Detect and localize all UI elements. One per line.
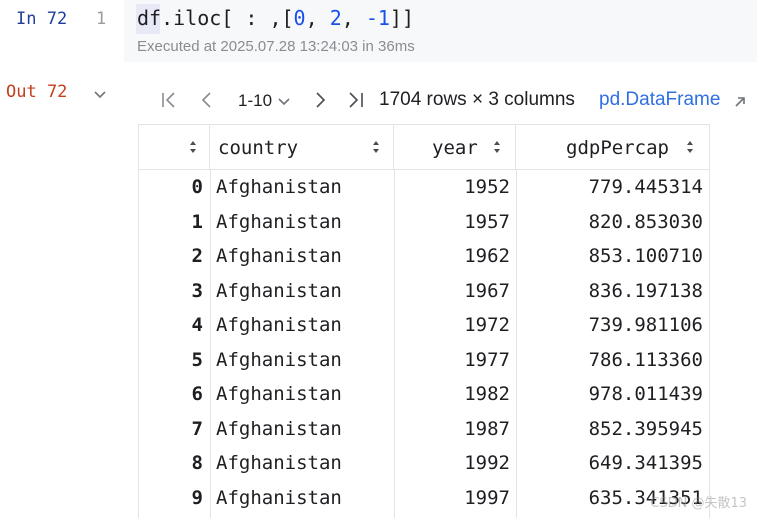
table-row[interactable]: 5 Afghanistan 1977 786.113360 (139, 343, 709, 378)
line-number: 1 (96, 9, 107, 29)
cell-year: 1997 (464, 486, 510, 509)
row-index: 5 (191, 348, 203, 371)
cell-gdppercap: 739.981106 (588, 314, 703, 336)
table-row[interactable]: 2 Afghanistan 1962 853.100710 (139, 239, 709, 274)
cell-country: Afghanistan (216, 210, 342, 233)
table-row[interactable]: 6 Afghanistan 1982 978.011439 (139, 377, 709, 412)
cell-country: Afghanistan (216, 383, 342, 405)
next-page-icon[interactable] (313, 90, 327, 110)
table-row[interactable]: 8 Afghanistan 1992 649.341395 (139, 446, 709, 481)
cell-year: 1982 (464, 383, 510, 405)
cell-gdppercap: 853.100710 (588, 245, 703, 267)
column-header-country[interactable]: country (210, 125, 394, 169)
table-row[interactable]: 7 Afghanistan 1987 852.395945 (139, 412, 709, 447)
cell-gdppercap: 779.445314 (588, 176, 703, 198)
row-index: 7 (191, 417, 203, 440)
cell-year: 1952 (464, 176, 510, 198)
cell-gdppercap: 649.341395 (588, 452, 703, 474)
page-range-dropdown[interactable]: 1-10 (238, 91, 291, 111)
row-index: 9 (191, 486, 203, 509)
sort-icon[interactable] (686, 140, 694, 154)
cell-year: 1962 (464, 245, 510, 267)
row-column-count: 1704 rows × 3 columns (379, 89, 575, 110)
output-cell-label: Out 72 (6, 82, 68, 102)
first-page-icon[interactable] (160, 90, 178, 110)
cell-gdppercap: 852.395945 (588, 417, 703, 440)
column-header-year[interactable]: year (394, 125, 516, 169)
cell-gdppercap: 820.853030 (588, 210, 703, 233)
row-index: 6 (191, 383, 203, 405)
table-row[interactable]: 3 Afghanistan 1967 836.197138 (139, 274, 709, 309)
cell-gdppercap: 786.113360 (588, 348, 703, 371)
dataframe-table: country year gdpPercap 0 Afghanistan 1952 7… (138, 124, 710, 518)
dataframe-pager: 1-10 1704 rows × 3 columns pd.DataFrame (138, 78, 757, 124)
cell-year: 1977 (464, 348, 510, 371)
cell-country: Afghanistan (216, 348, 342, 371)
cell-country: Afghanistan (216, 417, 342, 440)
row-index: 1 (191, 210, 203, 233)
cell-gdppercap: 978.011439 (588, 383, 703, 405)
row-index: 3 (191, 279, 203, 302)
row-index: 8 (191, 452, 203, 474)
chevron-down-icon[interactable] (93, 88, 107, 102)
dataframe-type-link[interactable]: pd.DataFrame (599, 89, 720, 111)
table-row[interactable]: 4 Afghanistan 1972 739.981106 (139, 308, 709, 343)
table-row[interactable]: 1 Afghanistan 1957 820.853030 (139, 205, 709, 240)
prev-page-icon[interactable] (200, 90, 214, 110)
sort-icon[interactable] (189, 140, 197, 154)
external-link-icon[interactable] (734, 96, 746, 108)
cell-year: 1987 (464, 417, 510, 440)
cell-year: 1972 (464, 314, 510, 336)
table-row[interactable]: 0 Afghanistan 1952 779.445314 (139, 170, 709, 205)
execution-status: Executed at 2025.07.28 13:24:03 in 36ms (137, 38, 415, 55)
code-editor[interactable]: df.iloc[ : ,[0, 2, -1]] Executed at 2025… (124, 0, 757, 62)
column-header-gdppercap[interactable]: gdpPercap (516, 125, 709, 169)
cell-year: 1967 (464, 279, 510, 302)
table-row[interactable]: 9 Afghanistan 1997 635.341351 (139, 481, 709, 516)
row-index: 2 (191, 245, 203, 267)
cell-country: Afghanistan (216, 279, 342, 302)
table-header: country year gdpPercap (139, 125, 709, 170)
cell-country: Afghanistan (216, 314, 342, 336)
sort-icon[interactable] (372, 140, 380, 154)
last-page-icon[interactable] (347, 90, 365, 110)
code-line[interactable]: df.iloc[ : ,[0, 2, -1]] (137, 6, 414, 30)
row-index: 0 (191, 176, 203, 198)
cell-country: Afghanistan (216, 176, 342, 198)
cell-year: 1992 (464, 452, 510, 474)
index-header[interactable] (139, 125, 210, 169)
cell-year: 1957 (464, 210, 510, 233)
cell-gdppercap: 836.197138 (588, 279, 703, 302)
cell-country: Afghanistan (216, 486, 342, 509)
chevron-down-icon (278, 97, 290, 105)
sort-icon[interactable] (493, 140, 501, 154)
cell-country: Afghanistan (216, 452, 342, 474)
watermark: CSDN @失散13 (650, 496, 747, 511)
input-cell-label: In 72 (16, 9, 68, 29)
cell-country: Afghanistan (216, 245, 342, 267)
row-index: 4 (191, 314, 203, 336)
